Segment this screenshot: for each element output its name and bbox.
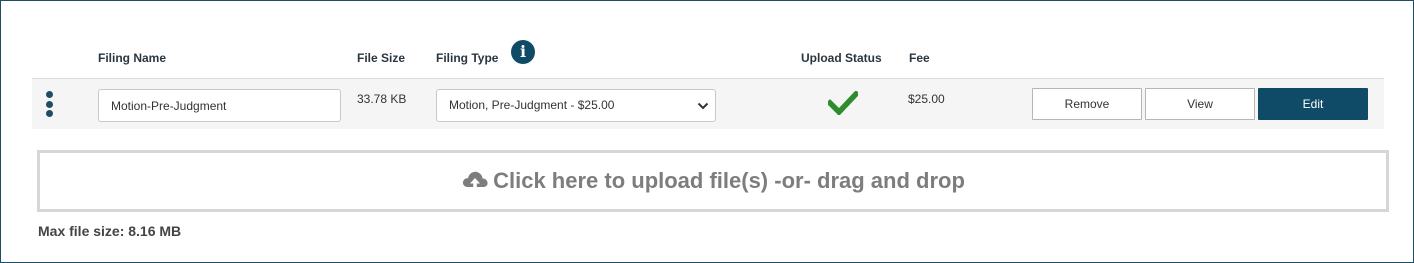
cloud-upload-icon <box>463 171 488 192</box>
file-size-value: 33.78 KB <box>357 92 407 106</box>
header-filing-name: Filing Name <box>98 51 167 65</box>
max-file-size-label: Max file size: 8.16 MB <box>38 223 182 239</box>
filing-name-input[interactable] <box>98 89 341 122</box>
fee-value: $25.00 <box>908 92 945 106</box>
header-filing-type: Filing Type <box>436 51 499 65</box>
checkmark-icon <box>828 91 858 115</box>
info-circle-icon[interactable]: i <box>511 40 535 64</box>
filing-type-select[interactable]: Motion, Pre-Judgment - $25.00 <box>436 89 716 122</box>
more-options-icon[interactable] <box>44 91 54 119</box>
filing-row: 33.78 KB Motion, Pre-Judgment - $25.00 $… <box>32 78 1384 129</box>
dropzone-label: Click here to upload file(s) -or- drag a… <box>493 168 965 193</box>
remove-button[interactable]: Remove <box>1032 88 1142 120</box>
filing-upload-panel: Filing Name File Size Filing Type i Uplo… <box>0 0 1414 263</box>
upload-dropzone[interactable]: Click here to upload file(s) -or- drag a… <box>37 150 1389 212</box>
header-upload-status: Upload Status <box>801 51 882 65</box>
dropzone-content: Click here to upload file(s) -or- drag a… <box>40 153 1386 209</box>
chevron-down-icon <box>697 102 709 110</box>
header-file-size: File Size <box>357 51 406 65</box>
filing-type-selected: Motion, Pre-Judgment - $25.00 <box>449 98 615 112</box>
view-button[interactable]: View <box>1145 88 1255 120</box>
edit-button[interactable]: Edit <box>1258 88 1368 120</box>
header-fee: Fee <box>909 51 930 65</box>
